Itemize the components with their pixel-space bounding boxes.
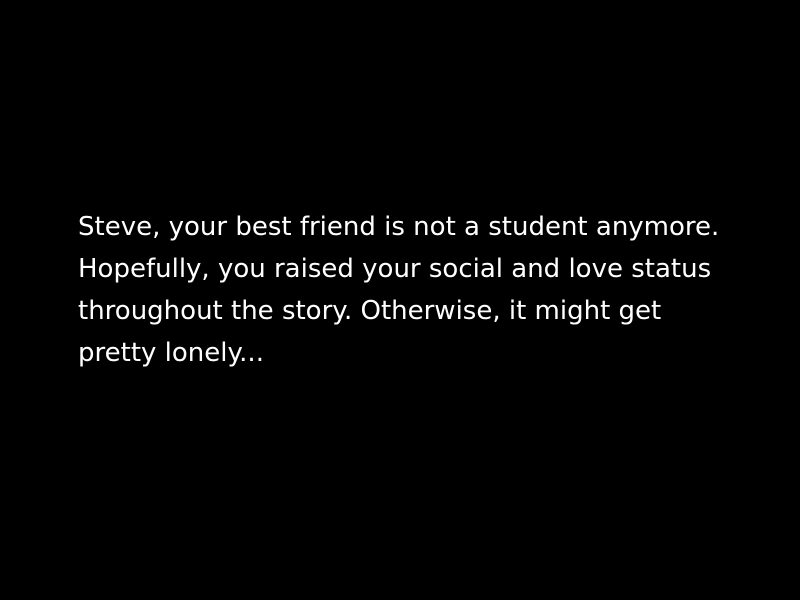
story-screen[interactable]: Steve, your best friend is not a student…: [0, 0, 800, 600]
narration-line: throughout the story. Otherwise, it migh…: [78, 296, 662, 326]
narration-line: pretty lonely...: [78, 338, 264, 368]
narration-text: Steve, your best friend is not a student…: [78, 206, 778, 374]
narration-line: Steve, your best friend is not a student…: [78, 212, 720, 242]
narration-line: Hopefully, you raised your social and lo…: [78, 254, 712, 284]
